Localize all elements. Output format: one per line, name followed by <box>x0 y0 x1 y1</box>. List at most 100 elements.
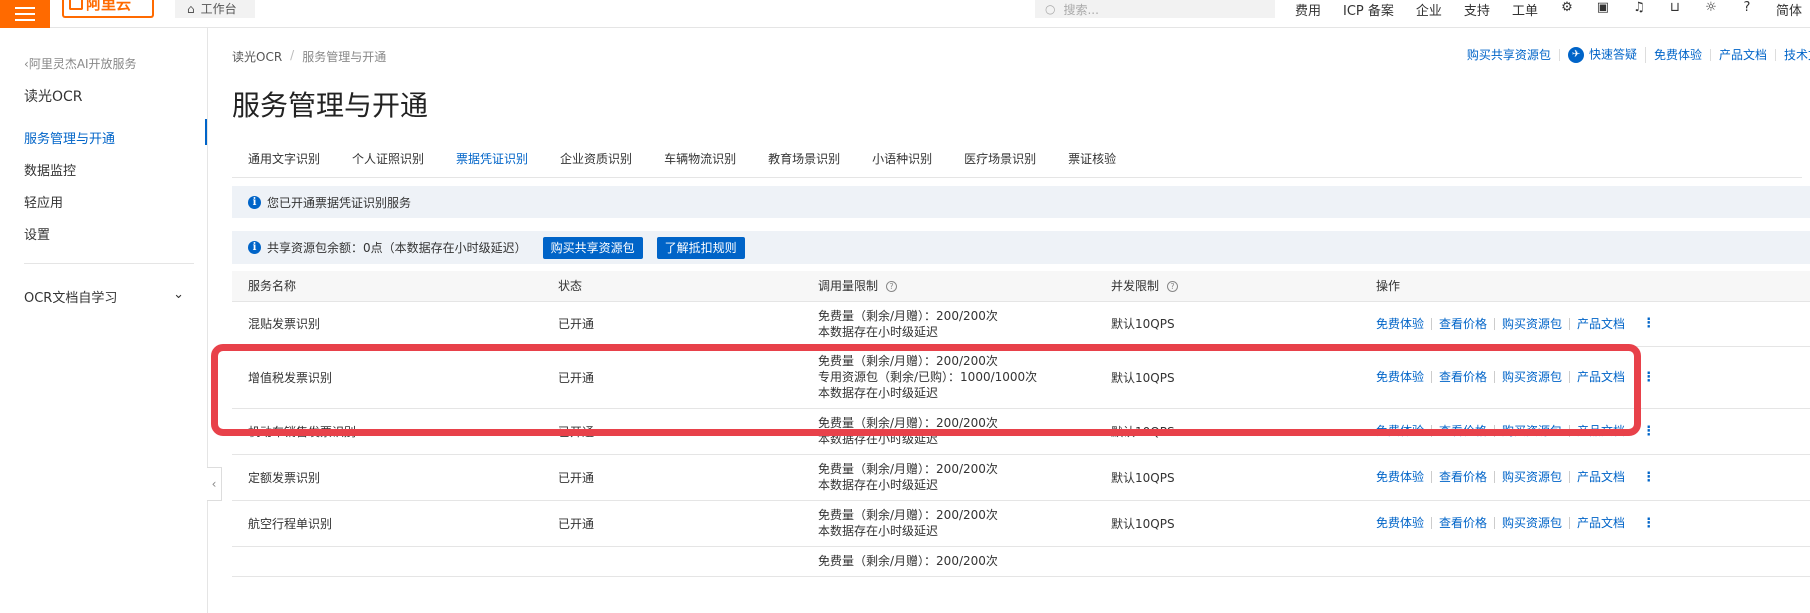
buy-pack-link[interactable]: 购买资源包 <box>1495 517 1571 529</box>
search-input[interactable]: ○ 搜索... <box>1035 0 1275 18</box>
nav-icp[interactable]: ICP 备案 <box>1343 0 1394 19</box>
service-status: 已开通 <box>542 346 802 409</box>
limit-line: 免费量（剩余/月赠）：200/200次 <box>818 308 998 323</box>
limit-line: 免费量（剩余/月赠）：200/200次 <box>818 354 998 368</box>
view-price-link[interactable]: 查看价格 <box>1432 517 1496 529</box>
free-trial-link[interactable]: 免费体验 <box>1376 471 1433 483</box>
row-actions: 免费体验 查看价格 购买资源包 产品文档 ⋮ <box>1376 424 1810 439</box>
service-table: 服务名称 状态 调用量限制? 并发限制? 操作 混贴发票识别 已开通 免费量（剩… <box>232 271 1810 577</box>
product-docs-link[interactable]: 产品文档 <box>1570 517 1632 529</box>
help-icon[interactable]: ? <box>1740 1 1754 16</box>
row-actions: 免费体验 查看价格 购买资源包 产品文档 ⋮ <box>1376 316 1810 331</box>
help-icon[interactable]: ? <box>1167 281 1179 293</box>
sidebar-item-monitoring[interactable]: 数据监控 <box>24 160 76 179</box>
service-name: 混贴发票识别 <box>232 301 542 347</box>
more-icon[interactable]: ⋮ <box>1642 424 1655 439</box>
sidebar-divider <box>24 263 194 264</box>
bell-icon[interactable]: ♫ <box>1632 1 1646 16</box>
sidebar-back-link[interactable]: ‹阿里灵杰AI开放服务 <box>24 55 137 72</box>
free-trial-link[interactable]: 免费体验 <box>1376 371 1433 383</box>
table-row: 航空行程单识别 已开通 免费量（剩余/月赠）：200/200次 本数据存在小时级延… <box>232 500 1810 547</box>
language-switch[interactable]: 简体 <box>1776 0 1802 19</box>
table-row: 定额发票识别 已开通 免费量（剩余/月赠）：200/200次 本数据存在小时级延迟… <box>232 454 1810 501</box>
tab-invoice[interactable]: 票据凭证识别 <box>440 145 544 178</box>
view-price-link[interactable]: 查看价格 <box>1432 471 1496 483</box>
column-header: 操作 <box>1360 271 1810 302</box>
link-quick-qa[interactable]: ✈ 快速答疑 <box>1560 47 1646 63</box>
concurrency-limit: 默认10QPS <box>1095 301 1360 347</box>
buy-pack-link[interactable]: 购买资源包 <box>1495 371 1571 383</box>
more-icon[interactable]: ⋮ <box>1642 516 1655 531</box>
tab-medical[interactable]: 医疗场景识别 <box>948 145 1052 178</box>
tab-general-text[interactable]: 通用文字识别 <box>232 145 336 178</box>
top-bar: 阿里云 ⌂ 工作台 ○ 搜索... 费用 ICP 备案 企业 支持 工单 ⚙ ▣… <box>0 0 1810 28</box>
buy-pack-link[interactable]: 购买资源包 <box>1495 317 1571 330</box>
table-header: 服务名称 状态 调用量限制? 并发限制? 操作 <box>232 271 1810 302</box>
product-docs-link[interactable]: 产品文档 <box>1570 318 1632 330</box>
breadcrumb-root[interactable]: 读光OCR <box>232 48 282 65</box>
call-limits: 免费量（剩余/月赠）：200/200次 本数据存在小时级延迟 <box>802 500 1095 547</box>
nav-support[interactable]: 支持 <box>1464 0 1490 19</box>
nav-ticket[interactable]: 工单 <box>1512 0 1538 19</box>
product-docs-link[interactable]: 产品文档 <box>1570 425 1632 437</box>
deduction-rules-button[interactable]: 了解抵扣规则 <box>656 236 745 259</box>
workbench-button[interactable]: ⌂ 工作台 <box>175 0 255 18</box>
tab-vehicle[interactable]: 车辆物流识别 <box>648 145 752 178</box>
row-actions: 免费体验 查看价格 购买资源包 产品文档 ⋮ <box>1376 516 1810 531</box>
view-price-link[interactable]: 查看价格 <box>1432 371 1496 383</box>
more-icon[interactable]: ⋮ <box>1642 316 1655 331</box>
bulb-icon[interactable]: ☼ <box>1704 1 1718 16</box>
call-limits: 免费量（剩余/月赠）：200/200次 本数据存在小时级延迟 <box>802 301 1095 347</box>
terminal-icon[interactable]: ▣ <box>1596 1 1610 16</box>
product-docs-link[interactable]: 产品文档 <box>1570 371 1632 383</box>
sidebar-item-service-management[interactable]: 服务管理与开通 <box>24 128 115 147</box>
sidebar-item-settings[interactable]: 设置 <box>24 224 50 243</box>
link-tech-docs[interactable]: 技术文档 <box>1776 49 1810 61</box>
limit-line: 本数据存在小时级延迟 <box>818 432 939 446</box>
buy-pack-link[interactable]: 购买资源包 <box>1495 425 1571 437</box>
sidebar-item-light-app[interactable]: 轻应用 <box>24 192 63 211</box>
tab-education[interactable]: 教育场景识别 <box>752 145 856 178</box>
nav-fees[interactable]: 费用 <box>1295 0 1321 19</box>
row-actions-cell: 免费体验 查看价格 购买资源包 产品文档 ⋮ <box>1360 346 1810 409</box>
limit-line: 本数据存在小时级延迟 <box>818 478 939 492</box>
product-docs-link[interactable]: 产品文档 <box>1570 471 1632 483</box>
qa-icon: ✈ <box>1567 47 1584 63</box>
menu-icon[interactable] <box>0 0 50 28</box>
sidebar-item-ocr-self-learning[interactable]: OCR文档自学习 ⌄ <box>24 287 184 306</box>
nav-enterprise[interactable]: 企业 <box>1416 0 1442 19</box>
robot-icon[interactable]: ⚙ <box>1560 1 1574 16</box>
row-actions-cell <box>1360 546 1810 577</box>
tab-minor-language[interactable]: 小语种识别 <box>856 145 948 178</box>
concurrency-limit: 默认10QPS <box>1095 346 1360 409</box>
top-nav: 费用 ICP 备案 企业 支持 工单 ⚙ ▣ ♫ ⊔ ☼ ? 简体 <box>1295 0 1802 19</box>
info-icon: i <box>248 241 261 254</box>
link-buy-shared-pack[interactable]: 购买共享资源包 <box>1459 49 1560 61</box>
concurrency-limit <box>1095 546 1360 577</box>
buy-shared-pack-button[interactable]: 购买共享资源包 <box>542 236 643 259</box>
sidebar-active-indicator <box>205 119 207 145</box>
tab-verification[interactable]: 票证核验 <box>1052 145 1132 178</box>
free-trial-link[interactable]: 免费体验 <box>1376 517 1433 529</box>
free-trial-link[interactable]: 免费体验 <box>1376 425 1433 437</box>
limit-line: 免费量（剩余/月赠）：200/200次 <box>818 416 998 430</box>
more-icon[interactable]: ⋮ <box>1642 370 1655 385</box>
help-icon[interactable]: ? <box>886 281 898 293</box>
call-limits: 免费量（剩余/月赠）：200/200次 本数据存在小时级延迟 <box>802 408 1095 455</box>
link-product-docs[interactable]: 产品文档 <box>1711 49 1776 61</box>
link-free-trial[interactable]: 免费体验 <box>1646 49 1711 61</box>
search-icon: ○ <box>1045 2 1056 16</box>
row-actions: 免费体验 查看价格 购买资源包 产品文档 ⋮ <box>1376 370 1810 385</box>
aliyun-logo[interactable]: 阿里云 <box>62 0 154 18</box>
view-price-link[interactable]: 查看价格 <box>1432 425 1496 437</box>
tab-personal-id[interactable]: 个人证照识别 <box>336 145 440 178</box>
view-price-link[interactable]: 查看价格 <box>1432 317 1496 330</box>
more-icon[interactable]: ⋮ <box>1642 470 1655 485</box>
tab-enterprise[interactable]: 企业资质识别 <box>544 145 648 178</box>
column-header: 状态 <box>542 271 802 302</box>
cart-icon[interactable]: ⊔ <box>1668 1 1682 16</box>
buy-pack-link[interactable]: 购买资源包 <box>1495 471 1571 483</box>
table-row: 混贴发票识别 已开通 免费量（剩余/月赠）：200/200次 本数据存在小时级延迟… <box>232 301 1810 347</box>
free-trial-link[interactable]: 免费体验 <box>1376 317 1433 330</box>
row-actions-cell: 免费体验 查看价格 购买资源包 产品文档 ⋮ <box>1360 500 1810 547</box>
